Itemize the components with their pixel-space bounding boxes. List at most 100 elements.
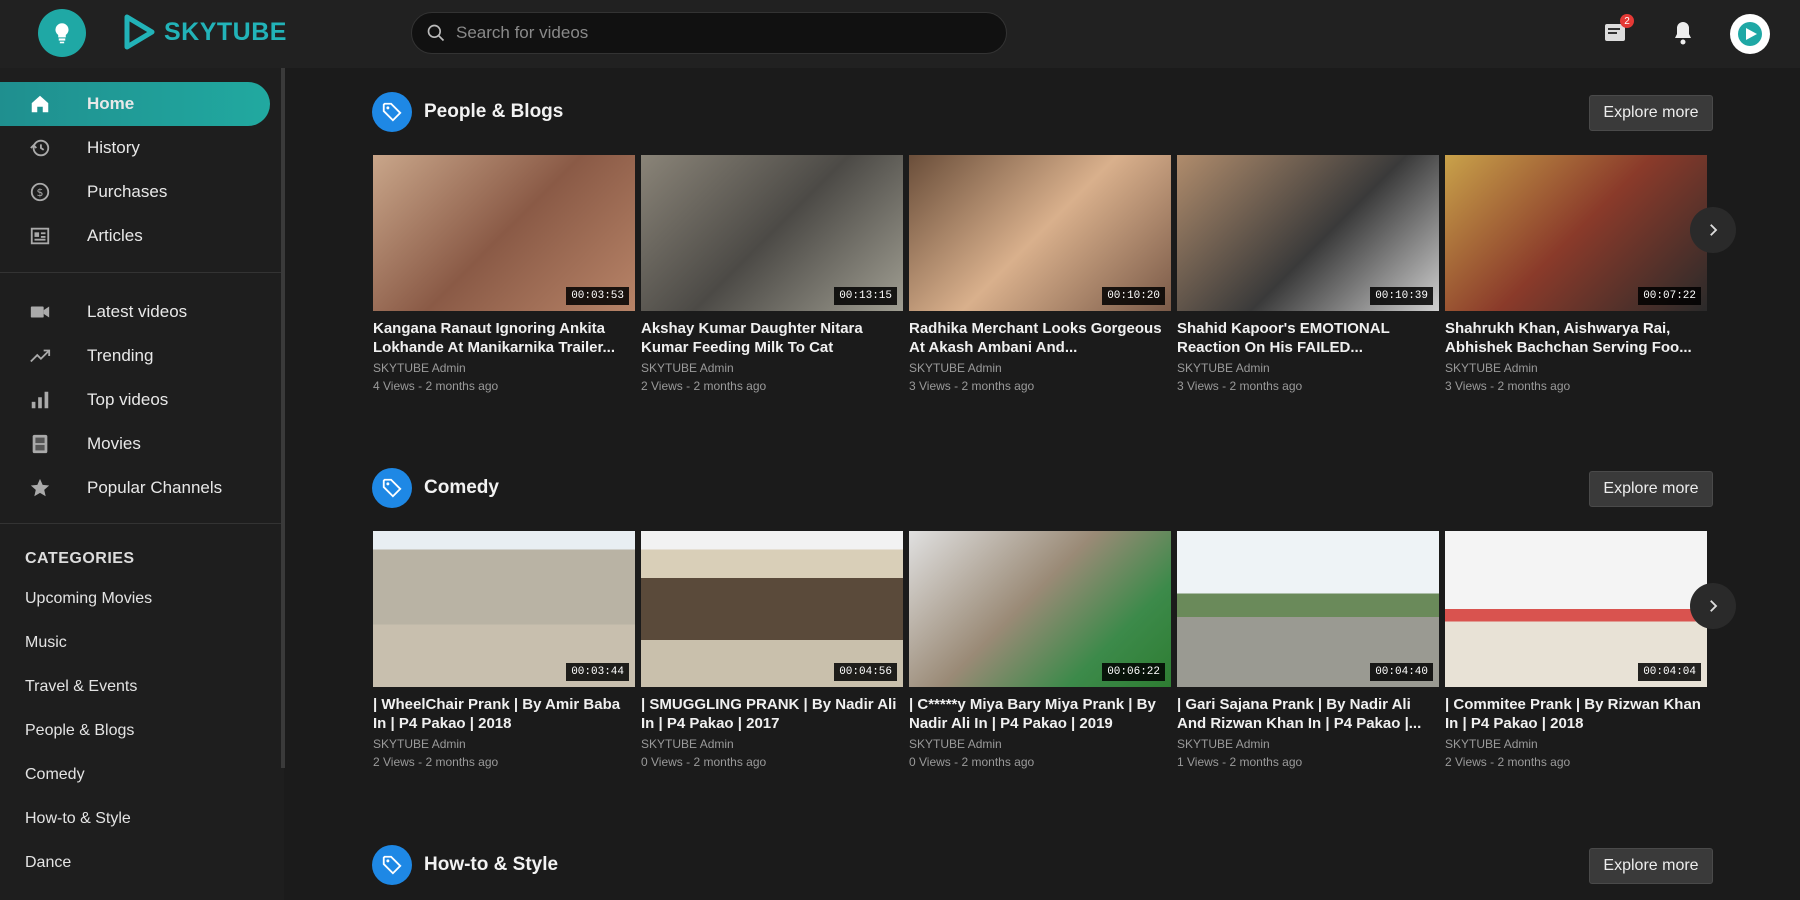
sidebar-item-label: Trending xyxy=(87,346,154,365)
video-card[interactable]: 00:04:40 | Gari Sajana Prank | By Nadir … xyxy=(1177,531,1439,769)
search-icon xyxy=(427,24,445,42)
sidebar-item-label: Movies xyxy=(87,434,141,453)
video-thumbnail[interactable]: 00:10:39 xyxy=(1177,155,1439,311)
video-author[interactable]: SKYTUBE Admin xyxy=(373,737,635,751)
video-card[interactable]: 00:03:44 | WheelChair Prank | By Amir Ba… xyxy=(373,531,635,769)
tag-icon xyxy=(372,92,412,132)
video-card[interactable]: 00:07:22 Shahrukh Khan, Aishwarya Rai, A… xyxy=(1445,155,1707,393)
bell-icon[interactable] xyxy=(1664,14,1702,52)
video-thumbnail[interactable]: 00:04:04 xyxy=(1445,531,1707,687)
video-duration: 00:10:39 xyxy=(1370,287,1433,305)
video-author[interactable]: SKYTUBE Admin xyxy=(909,737,1171,751)
video-meta: 4 Views - 2 months ago xyxy=(373,379,499,393)
video-thumbnail[interactable]: 00:04:56 xyxy=(641,531,903,687)
video-duration: 00:04:40 xyxy=(1370,663,1433,681)
sidebar-item-popular-channels[interactable]: Popular Channels xyxy=(0,466,270,510)
video-duration: 00:04:04 xyxy=(1638,663,1701,681)
video-card[interactable]: 00:13:15 Akshay Kumar Daughter Nitara Ku… xyxy=(641,155,903,393)
category-travel-events[interactable]: Travel & Events xyxy=(25,678,137,696)
search-bar[interactable] xyxy=(411,12,1007,54)
video-author[interactable]: SKYTUBE Admin xyxy=(373,361,635,375)
skytube-logo[interactable]: SKYTUBE xyxy=(122,14,287,50)
sidebar-item-purchases[interactable]: $ Purchases xyxy=(0,170,270,214)
articles-icon xyxy=(28,224,52,248)
tag-icon xyxy=(372,468,412,508)
section-title: How-to & Style xyxy=(424,854,559,875)
sidebar-item-trending[interactable]: Trending xyxy=(0,334,270,378)
video-thumbnail[interactable]: 00:13:15 xyxy=(641,155,903,311)
video-thumbnail[interactable]: 00:07:22 xyxy=(1445,155,1707,311)
video-author[interactable]: SKYTUBE Admin xyxy=(1177,361,1439,375)
video-thumbnail[interactable]: 00:10:20 xyxy=(909,155,1171,311)
user-avatar[interactable] xyxy=(1730,14,1770,54)
lightbulb-icon[interactable] xyxy=(38,9,86,57)
bar-chart-icon xyxy=(28,388,52,412)
sidebar-item-label: Articles xyxy=(87,226,143,245)
video-author[interactable]: SKYTUBE Admin xyxy=(1445,361,1707,375)
logo-play-icon xyxy=(124,14,155,50)
video-camera-icon xyxy=(28,300,52,324)
video-title[interactable]: | WheelChair Prank | By Amir Baba In | P… xyxy=(373,695,635,733)
video-author[interactable]: SKYTUBE Admin xyxy=(1177,737,1439,751)
section-title: Comedy xyxy=(424,477,499,498)
video-meta: 0 Views - 2 months ago xyxy=(641,755,767,769)
category-how-to-style[interactable]: How-to & Style xyxy=(25,810,131,828)
video-title[interactable]: | C*****y Miya Bary Miya Prank | By Nadi… xyxy=(909,695,1171,733)
category-dance[interactable]: Dance xyxy=(25,854,71,872)
star-icon xyxy=(28,476,52,500)
sidebar-item-history[interactable]: History xyxy=(0,126,270,170)
tag-icon xyxy=(372,845,412,885)
sidebar-item-home[interactable]: Home xyxy=(0,82,270,126)
video-author[interactable]: SKYTUBE Admin xyxy=(641,737,903,751)
explore-more-button[interactable]: Explore more xyxy=(1589,95,1713,131)
video-author[interactable]: SKYTUBE Admin xyxy=(909,361,1171,375)
video-title[interactable]: | Commitee Prank | By Rizwan Khan In | P… xyxy=(1445,695,1707,733)
sidebar-item-label: Latest videos xyxy=(87,302,188,321)
purchases-icon: $ xyxy=(28,180,52,204)
category-comedy[interactable]: Comedy xyxy=(25,766,85,784)
video-card[interactable]: 00:10:20 Radhika Merchant Looks Gorgeous… xyxy=(909,155,1171,393)
video-title[interactable]: Akshay Kumar Daughter Nitara Kumar Feedi… xyxy=(641,319,903,357)
history-icon xyxy=(28,136,52,160)
video-duration: 00:03:44 xyxy=(566,663,629,681)
explore-more-button[interactable]: Explore more xyxy=(1589,848,1713,884)
video-card[interactable]: 00:04:56 | SMUGGLING PRANK | By Nadir Al… xyxy=(641,531,903,769)
video-card[interactable]: 00:03:53 Kangana Ranaut Ignoring Ankita … xyxy=(373,155,635,393)
sidebar-item-label: Popular Channels xyxy=(87,478,223,497)
video-card[interactable]: 00:06:22 | C*****y Miya Bary Miya Prank … xyxy=(909,531,1171,769)
video-duration: 00:07:22 xyxy=(1638,287,1701,305)
video-thumbnail[interactable]: 00:03:53 xyxy=(373,155,635,311)
carousel-next-button[interactable] xyxy=(1690,207,1736,253)
video-author[interactable]: SKYTUBE Admin xyxy=(1445,737,1707,751)
upload-video-icon[interactable]: 2 xyxy=(1598,14,1636,52)
video-title[interactable]: Shahid Kapoor's EMOTIONAL Reaction On Hi… xyxy=(1177,319,1439,357)
video-title[interactable]: Kangana Ranaut Ignoring Ankita Lokhande … xyxy=(373,319,635,357)
video-title[interactable]: | Gari Sajana Prank | By Nadir Ali And R… xyxy=(1177,695,1439,733)
category-upcoming-movies[interactable]: Upcoming Movies xyxy=(25,590,152,608)
explore-more-button[interactable]: Explore more xyxy=(1589,471,1713,507)
sidebar-item-latest-videos[interactable]: Latest videos xyxy=(0,290,270,334)
video-thumbnail[interactable]: 00:03:44 xyxy=(373,531,635,687)
film-icon xyxy=(28,432,52,456)
video-thumbnail[interactable]: 00:04:40 xyxy=(1177,531,1439,687)
video-author[interactable]: SKYTUBE Admin xyxy=(641,361,903,375)
home-icon xyxy=(28,92,52,116)
video-title[interactable]: Radhika Merchant Looks Gorgeous At Akash… xyxy=(909,319,1171,357)
video-title[interactable]: | SMUGGLING PRANK | By Nadir Ali In | P4… xyxy=(641,695,903,733)
categories-heading: CATEGORIES xyxy=(25,550,135,567)
sidebar-scrollbar[interactable] xyxy=(281,68,285,768)
video-title[interactable]: Shahrukh Khan, Aishwarya Rai, Abhishek B… xyxy=(1445,319,1707,357)
svg-text:$: $ xyxy=(37,186,44,199)
sidebar-item-top-videos[interactable]: Top videos xyxy=(0,378,270,422)
carousel-next-button[interactable] xyxy=(1690,583,1736,629)
video-card[interactable]: 00:10:39 Shahid Kapoor's EMOTIONAL React… xyxy=(1177,155,1439,393)
sidebar-item-articles[interactable]: Articles xyxy=(0,214,270,258)
section-title: People & Blogs xyxy=(424,101,564,122)
video-thumbnail[interactable]: 00:06:22 xyxy=(909,531,1171,687)
sidebar-item-movies[interactable]: Movies xyxy=(0,422,270,466)
category-people-blogs[interactable]: People & Blogs xyxy=(25,722,134,740)
category-music[interactable]: Music xyxy=(25,634,67,652)
video-card[interactable]: 00:04:04 | Commitee Prank | By Rizwan Kh… xyxy=(1445,531,1707,769)
video-duration: 00:10:20 xyxy=(1102,287,1165,305)
search-input[interactable] xyxy=(456,23,976,43)
